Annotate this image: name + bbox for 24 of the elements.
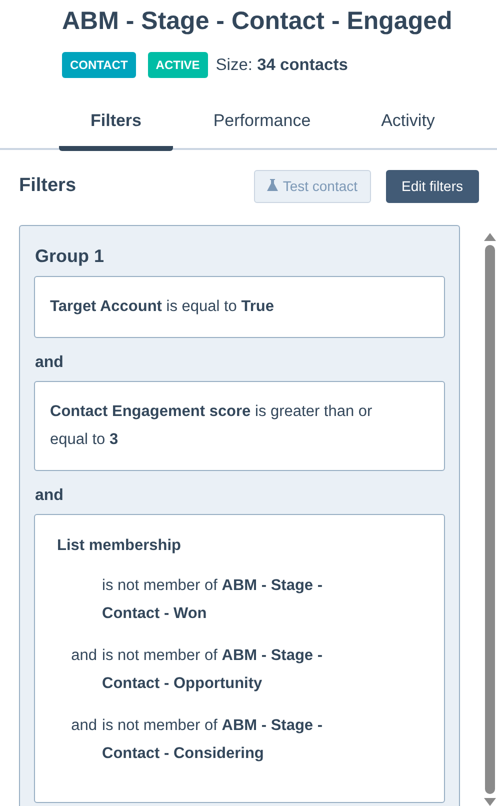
list-size: Size: 34 contacts xyxy=(216,54,348,76)
scroll-up-icon[interactable] xyxy=(484,232,496,240)
filter-condition: Contact Engagement score is greater than or equal to 3 xyxy=(34,381,445,472)
membership-rule: is not member of ABM - Stage - Contact - Considering xyxy=(102,716,324,764)
edit-filters-button[interactable]: Edit filters xyxy=(386,170,479,202)
list-title: ABM - Stage - Contact - Engaged xyxy=(62,6,454,36)
connector-label: and xyxy=(70,646,98,666)
connector-label: and xyxy=(35,486,64,506)
connector-label: and xyxy=(35,353,64,374)
membership-rule: is not member of ABM - Stage - Contact - Opportunity xyxy=(102,646,324,694)
scroll-down-icon[interactable] xyxy=(484,798,496,806)
flask-icon xyxy=(266,178,278,192)
filter-condition: Target Account is equal to True xyxy=(34,276,445,338)
status-badge: ACTIVE xyxy=(148,52,208,78)
section-title: Filters xyxy=(19,174,78,198)
group-title: Group 1 xyxy=(35,246,106,268)
tab[interactable]: Activity xyxy=(351,102,465,150)
tab[interactable]: Filters xyxy=(59,102,173,150)
connector-label: and xyxy=(70,716,98,736)
membership-rule: is not member of ABM - Stage - Contact - Won xyxy=(102,576,324,624)
status-badge: CONTACT xyxy=(62,52,136,78)
condition-title: List membership xyxy=(57,537,182,556)
tab[interactable]: Performance xyxy=(205,102,319,150)
scrollbar-thumb[interactable] xyxy=(485,244,495,794)
